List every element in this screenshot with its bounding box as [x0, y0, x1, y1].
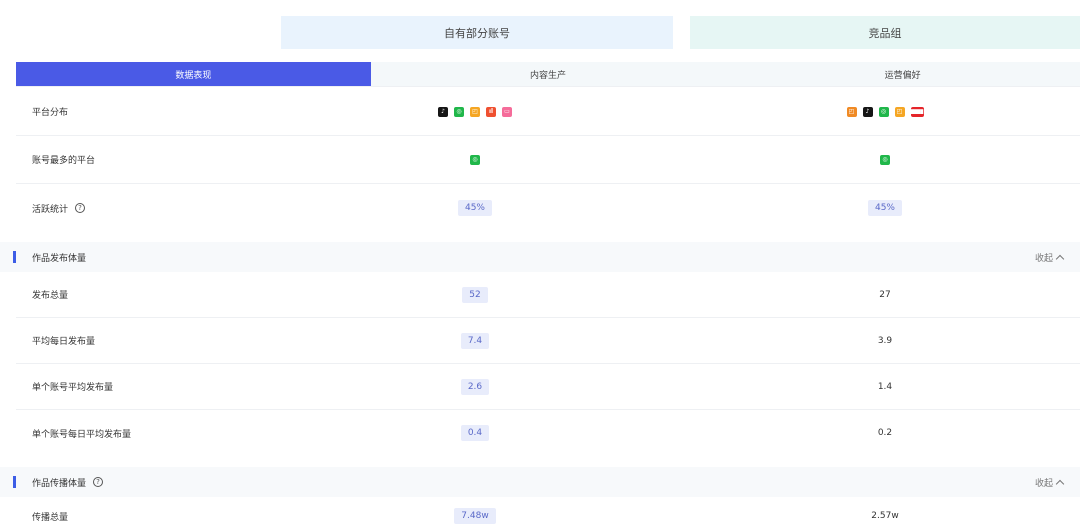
tab-bar: 数据表现 内容生产 运营偏好 [16, 62, 1080, 87]
collapse-toggle[interactable]: 收起 [1034, 251, 1065, 264]
own-cell: 7.4 [279, 332, 671, 349]
competitor-cell: 0.2 [690, 428, 1080, 438]
orange-app-icon: ◰ [846, 106, 857, 117]
own-value: 2.6 [460, 378, 490, 395]
row-label: 传播总量 [32, 512, 69, 523]
competitor-value: 2.57w [871, 511, 899, 521]
competitor-value: 1.4 [877, 381, 893, 392]
orange-app-icon: ◰ [894, 106, 905, 117]
chevron-up-icon [1055, 479, 1065, 488]
collapse-toggle[interactable]: 收起 [1034, 476, 1065, 489]
activity-label: 活跃统计 [32, 204, 69, 215]
table-row: 单个账号平均发布量 2.6 1.4 [16, 364, 1080, 410]
own-cell: 7.48w [279, 508, 671, 524]
tiktok-icon: ♪ [862, 106, 873, 117]
own-top-platform: ◎ [279, 154, 671, 165]
tiktok-icon: ♪ [438, 106, 448, 117]
competitor-activity-value: 45% [867, 200, 902, 216]
platform-distribution-row: 平台分布 ♪ ◎ ◰ ıl ▭ ◰ ♪ ◎ ◰ ████ [16, 88, 1080, 136]
red-wide-app-icon: ████ [910, 106, 924, 117]
section-title-wrap: 作品传播体量 ? [32, 476, 104, 489]
competitor-activity: 45% [690, 200, 1080, 216]
help-icon[interactable]: ? [75, 203, 86, 213]
own-cell: 0.4 [279, 425, 671, 441]
wechat-channels-icon: ◎ [880, 154, 890, 165]
table-row: 平均每日发布量 7.4 3.9 [16, 318, 1080, 364]
chevron-up-icon [1055, 254, 1065, 263]
tab-data-performance[interactable]: 数据表现 [16, 62, 371, 86]
competitor-value: 27 [879, 289, 891, 300]
section-title: 作品传播体量 [32, 478, 87, 489]
own-cell: 2.6 [279, 378, 671, 395]
competitor-platform-icons: ◰ ♪ ◎ ◰ ████ [690, 106, 1080, 117]
row-label: 账号最多的平台 [32, 156, 96, 166]
competitor-top-platform: ◎ [690, 154, 1080, 165]
own-value: 52 [462, 286, 488, 303]
spread-volume-section-header: 作品传播体量 ? 收起 [0, 467, 1080, 497]
row-label: 活跃统计 ? [32, 202, 86, 215]
section-accent-bar [13, 251, 16, 263]
tab-content-production[interactable]: 内容生产 [371, 62, 726, 86]
row-label: 平均每日发布量 [32, 337, 96, 347]
publish-volume-section-header: 作品发布体量 收起 [0, 242, 1080, 272]
own-value: 0.4 [460, 425, 490, 441]
own-cell: 52 [279, 286, 671, 303]
table-row: 传播总量 7.48w 2.57w [16, 503, 1080, 529]
section-accent-bar [13, 476, 16, 488]
competitor-group-header: 竞品组 [690, 16, 1080, 49]
competitor-value: 0.2 [877, 428, 893, 438]
table-row: 单个账号每日平均发布量 0.4 0.2 [16, 410, 1080, 456]
own-value: 7.48w [454, 508, 496, 524]
activity-row: 活跃统计 ? 45% 45% [16, 184, 1080, 232]
table-row: 发布总量 52 27 [16, 272, 1080, 318]
help-icon[interactable]: ? [93, 477, 104, 487]
row-label: 单个账号平均发布量 [32, 383, 114, 393]
red-app-icon: ıl [486, 106, 496, 117]
tab-operation-preference[interactable]: 运营偏好 [725, 62, 1080, 86]
pink-app-icon: ▭ [502, 106, 512, 117]
row-label: 发布总量 [32, 291, 69, 301]
own-activity: 45% [279, 200, 671, 216]
wechat-channels-icon: ◎ [878, 106, 889, 117]
row-label: 平台分布 [32, 108, 69, 118]
collapse-label: 收起 [1034, 478, 1053, 489]
wechat-channels-icon: ◎ [470, 154, 480, 165]
section-title: 作品发布体量 [32, 253, 87, 264]
competitor-value: 3.9 [877, 335, 893, 346]
own-accounts-header: 自有部分账号 [281, 16, 673, 49]
competitor-cell: 2.57w [690, 511, 1080, 521]
own-activity-value: 45% [457, 200, 492, 216]
orange-app-icon: ◰ [470, 106, 480, 117]
own-value: 7.4 [460, 332, 490, 349]
own-platform-icons: ♪ ◎ ◰ ıl ▭ [279, 106, 671, 117]
competitor-cell: 3.9 [690, 336, 1080, 346]
competitor-cell: 1.4 [690, 382, 1080, 392]
top-platform-row: 账号最多的平台 ◎ ◎ [16, 136, 1080, 184]
wechat-channels-icon: ◎ [454, 106, 464, 117]
row-label: 单个账号每日平均发布量 [32, 429, 132, 440]
competitor-cell: 27 [690, 290, 1080, 300]
collapse-label: 收起 [1034, 253, 1053, 264]
